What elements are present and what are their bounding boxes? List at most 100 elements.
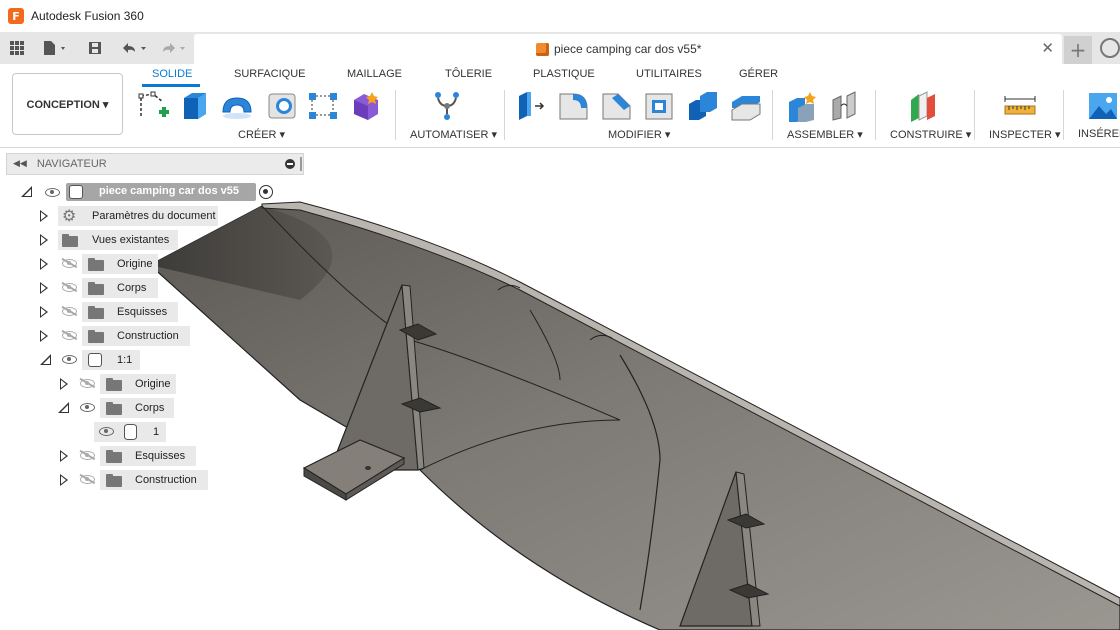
tree-item-label: Origine [135,378,171,390]
app-title: Autodesk Fusion 360 [31,9,144,23]
tree-item-occurrence[interactable]: 1:1 [82,350,140,370]
navigator-header[interactable]: ◀◀ NAVIGATEUR [6,153,304,175]
folder-icon [106,474,122,487]
press-pull-icon[interactable] [515,90,549,122]
component-icon [536,43,549,56]
measure-icon[interactable] [1003,90,1037,122]
tree-item-corps[interactable]: Corps [82,278,158,298]
group-construire[interactable]: CONSTRUIRE ▾ [890,128,971,141]
tree-item-construction-child[interactable]: Construction [100,470,208,490]
hidden-eye-icon[interactable] [62,283,77,292]
group-inspecter[interactable]: INSPECTER ▾ [989,128,1061,141]
expand-triangle-icon[interactable] [60,378,68,390]
tree-item-esquisses[interactable]: Esquisses [82,302,178,322]
tree-item-body-1[interactable]: 1 [94,422,166,442]
tab-gerer[interactable]: GÉRER [739,68,778,80]
expand-triangle-icon[interactable] [60,450,68,462]
create-sketch-icon[interactable] [137,90,171,122]
collapse-triangle-icon[interactable] [40,354,51,365]
fillet-icon[interactable] [557,90,591,122]
undo-icon[interactable] [118,38,150,58]
document-tab-title: piece camping car dos v55* [554,42,702,56]
group-creer[interactable]: CRÉER ▾ [238,128,285,141]
tree-item-vues[interactable]: Vues existantes [58,230,178,250]
activate-radio-icon[interactable] [259,185,273,199]
tab-surfacique[interactable]: SURFACIQUE [234,68,306,80]
tree-item-construction[interactable]: Construction [82,326,190,346]
visibility-eye-icon[interactable] [62,355,77,364]
group-inserer[interactable]: INSÉRER [1078,128,1120,140]
workspace-switcher[interactable]: CONCEPTION ▾ [12,73,123,135]
divider [875,90,876,140]
component-icon [88,353,102,367]
tab-solide[interactable]: SOLIDE [152,68,192,80]
extrude-icon[interactable] [178,90,212,122]
visibility-eye-icon[interactable] [80,403,95,412]
data-panel-grid-icon[interactable] [8,38,26,58]
expand-triangle-icon[interactable] [40,306,48,318]
create-form-icon[interactable] [350,90,384,122]
offset-plane-icon[interactable] [907,90,941,122]
redo-icon[interactable] [158,38,190,58]
hidden-eye-icon[interactable] [80,451,95,460]
tree-item-parametres[interactable]: ⚙ Paramètres du document [58,206,218,226]
expand-triangle-icon[interactable] [40,210,48,222]
job-status-icon[interactable] [1100,38,1120,58]
document-tab[interactable]: piece camping car dos v55* ✕ [194,34,1062,64]
active-tab-indicator [142,84,200,87]
divider [1063,90,1064,140]
group-assembler[interactable]: ASSEMBLER ▾ [787,128,863,141]
panel-resize-handle[interactable] [300,157,302,171]
tree-item-label: 1 [153,426,160,438]
expand-triangle-icon[interactable] [40,282,48,294]
shell-icon[interactable] [643,90,677,122]
body-icon [124,424,137,440]
hidden-eye-icon[interactable] [62,331,77,340]
folder-icon [88,282,104,295]
hidden-eye-icon[interactable] [80,475,95,484]
folder-icon [106,402,122,415]
collapse-arrow-icon[interactable]: ◀◀ [13,159,27,169]
new-tab-button[interactable]: + [1064,36,1092,64]
expand-triangle-icon[interactable] [40,330,48,342]
close-tab-icon[interactable]: ✕ [1041,39,1054,57]
visibility-eye-icon[interactable] [45,188,60,197]
group-automatiser[interactable]: AUTOMATISER ▾ [410,128,497,141]
hidden-eye-icon[interactable] [62,259,77,268]
pattern-icon[interactable] [306,90,340,122]
tab-maillage[interactable]: MAILLAGE [347,68,402,80]
minimize-icon[interactable] [285,159,295,169]
tree-item-esquisses-child[interactable]: Esquisses [100,446,196,466]
insert-image-icon[interactable] [1086,90,1120,122]
expand-triangle-icon[interactable] [60,474,68,486]
automate-icon[interactable] [430,90,464,122]
tree-item-corps-child[interactable]: Corps [100,398,174,418]
expand-triangle-icon[interactable] [40,258,48,270]
joint-icon[interactable] [829,90,863,122]
tab-tolerie[interactable]: TÔLERIE [445,68,492,80]
collapse-triangle-icon[interactable] [58,402,69,413]
hole-icon[interactable] [266,90,300,122]
tree-item-label: Construction [117,330,179,342]
hidden-eye-icon[interactable] [80,379,95,388]
combine-icon[interactable] [686,90,720,122]
tab-plastique[interactable]: PLASTIQUE [533,68,595,80]
tree-item-origine-child[interactable]: Origine [100,374,176,394]
offset-face-icon[interactable] [729,90,763,122]
tree-item-label: Corps [135,402,165,414]
visibility-eye-icon[interactable] [99,427,114,436]
file-menu-icon[interactable] [40,38,70,58]
group-modifier[interactable]: MODIFIER ▾ [608,128,670,141]
tab-utilitaires[interactable]: UTILITAIRES [636,68,702,80]
save-icon[interactable] [86,38,104,58]
tree-item-origine[interactable]: Origine [82,254,158,274]
expand-triangle-icon[interactable] [40,234,48,246]
gear-icon: ⚙ [62,206,77,225]
collapse-triangle-icon[interactable] [21,186,32,197]
hidden-eye-icon[interactable] [62,307,77,316]
tree-item-label: 1:1 [117,354,133,366]
revolve-icon[interactable] [220,90,254,122]
new-component-icon[interactable] [786,90,820,122]
chamfer-icon[interactable] [600,90,634,122]
folder-icon [88,330,104,343]
